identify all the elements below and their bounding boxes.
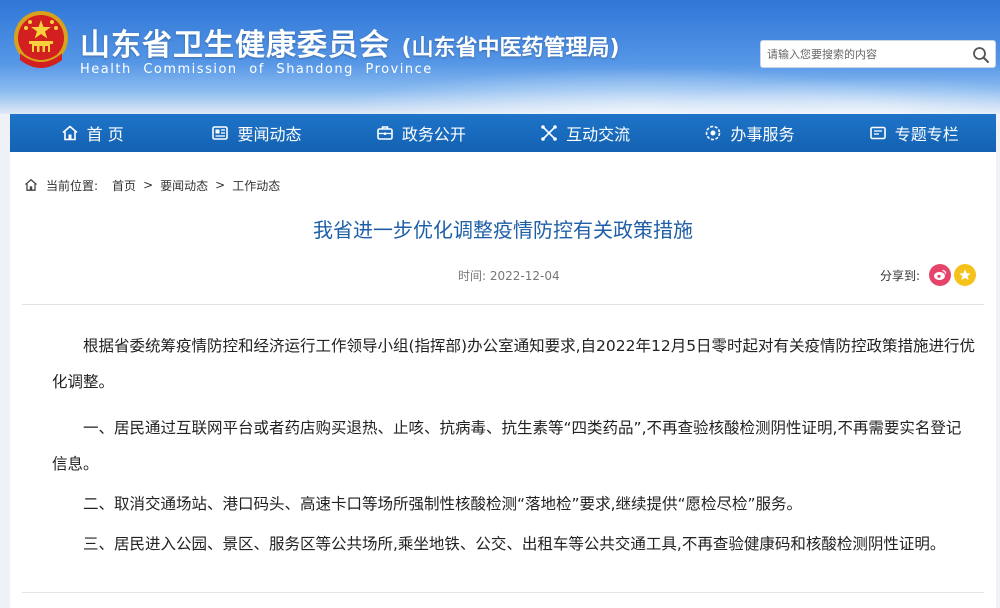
favorite-share-icon[interactable] [954, 264, 977, 286]
location-home-icon [25, 179, 37, 191]
nav-label-home: 首 页 [86, 125, 124, 144]
site-title-main: 山东省卫生健康委员会 [80, 28, 390, 63]
search-box [760, 40, 996, 68]
interaction-icon [541, 125, 557, 141]
site-header: 山东省卫生健康委员会 (山东省中医药管理局) Health Commission… [0, 0, 1000, 114]
breadcrumb-label: 当前位置: [46, 178, 99, 193]
breadcrumb-work-news[interactable]: 工作动态 [232, 177, 280, 194]
nav-label-interaction: 互动交流 [566, 125, 631, 144]
article-title: 我省进一步优化调整疫情防控有关政策措施 [313, 218, 693, 242]
news-icon [212, 126, 229, 140]
article-paragraph: 一、居民通过互联网平台或者药店购买退热、止咳、抗病毒、抗生素等“四类药品”,不再… [52, 419, 962, 473]
nav-label-news: 要闻动态 [237, 125, 302, 144]
weibo-share-icon[interactable] [929, 264, 952, 286]
article-container: 当前位置: 首页 > 要闻动态 > 工作动态 我省进一步优化调整疫情防控有关政策… [10, 152, 996, 608]
article-body: 根据省委统筹疫情防控和经济运行工作领导小组(指挥部)办公室通知要求,自2022年… [52, 328, 976, 562]
site-title: 山东省卫生健康委员会 (山东省中医药管理局) [80, 20, 620, 64]
breadcrumb-news[interactable]: 要闻动态 [160, 177, 208, 194]
national-emblem-icon [14, 11, 68, 68]
breadcrumb-home[interactable]: 首页 [112, 177, 136, 194]
share-label: 分享到: [880, 268, 921, 283]
search-input[interactable] [761, 41, 965, 67]
nav-item-topics[interactable]: 专题专栏 [832, 114, 996, 152]
search-icon[interactable] [971, 45, 991, 65]
footer-divider [22, 592, 984, 593]
main-nav: 首 页 要闻动态 政务公开 互动交流 办事服务 专题专栏 [10, 114, 996, 152]
share-bar: 分享到: [880, 264, 977, 286]
nav-label-services: 办事服务 [730, 125, 795, 144]
breadcrumb-separator: > [143, 178, 154, 192]
article-paragraph: 根据省委统筹疫情防控和经济运行工作领导小组(指挥部)办公室通知要求,自2022年… [52, 337, 976, 391]
nav-item-government-affairs[interactable]: 政务公开 [339, 114, 503, 152]
article-paragraph: 三、居民进入公园、景区、服务区等公共场所,乘坐地铁、公交、出租车等公共交通工具,… [83, 535, 946, 553]
nav-item-news[interactable]: 要闻动态 [174, 114, 338, 152]
briefcase-icon [377, 126, 393, 140]
nav-label-topics: 专题专栏 [894, 125, 959, 144]
service-icon [706, 125, 721, 141]
breadcrumb-separator: > [215, 178, 226, 192]
home-icon [62, 125, 78, 141]
publish-date: 时间: 2022-12-04 [458, 269, 560, 283]
site-subtitle: (山东省中医药管理局) [401, 36, 620, 61]
nav-label-government-affairs: 政务公开 [401, 125, 466, 144]
article-paragraph: 二、取消交通场站、港口码头、高速卡口等场所强制性核酸检测“落地检”要求,继续提供… [83, 495, 803, 513]
topic-icon [869, 126, 886, 140]
breadcrumb: 当前位置: 首页 > 要闻动态 > 工作动态 [24, 176, 280, 194]
site-title-english: Health Commission of Shandong Province [80, 62, 433, 77]
nav-item-home[interactable]: 首 页 [10, 114, 174, 152]
nav-item-services[interactable]: 办事服务 [667, 114, 831, 152]
nav-item-interaction[interactable]: 互动交流 [503, 114, 667, 152]
header-divider [22, 304, 984, 305]
